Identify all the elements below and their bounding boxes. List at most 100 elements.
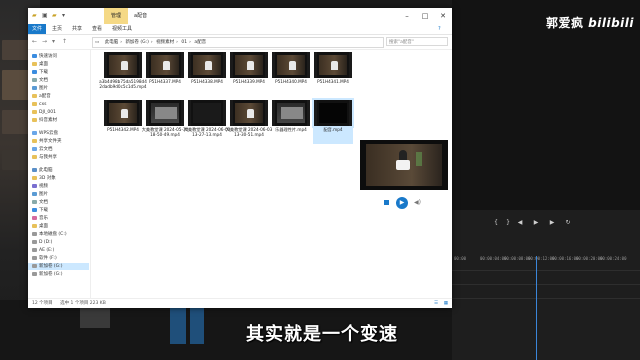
- sidebar-item[interactable]: AE (E:): [32, 247, 54, 254]
- details-view-icon[interactable]: ☰: [434, 299, 438, 308]
- back-icon[interactable]: ←: [32, 38, 37, 46]
- play-icon[interactable]: ▶: [396, 197, 408, 209]
- breadcrumb[interactable]: 新加卷 (G:): [123, 40, 150, 45]
- sidebar-item[interactable]: D (D:): [32, 239, 52, 246]
- sidebar-item[interactable]: 桌面: [32, 61, 48, 68]
- sidebar-item[interactable]: 共享文件夹: [32, 138, 62, 145]
- sidebar-item[interactable]: a配音: [32, 93, 51, 100]
- file-name: 大美教堂课 2024-06-03 13-30-51.mp4: [225, 127, 273, 137]
- help-icon[interactable]: ?: [438, 24, 441, 34]
- file-item[interactable]: 大美教堂课 2024-06-03 13-27-13.mp4: [184, 100, 230, 144]
- sidebar-item-label: 与我共享: [39, 155, 57, 160]
- pc-icon: ▭: [95, 40, 100, 45]
- sidebar-item[interactable]: 图片: [32, 191, 48, 198]
- breadcrumb[interactable]: 此电脑: [103, 40, 121, 45]
- new-folder-icon[interactable]: ▰: [52, 13, 58, 19]
- tab-video-tools[interactable]: 视频工具: [112, 24, 132, 34]
- title-bar[interactable]: ▰ ▣ ▰ ▾ 管理 a配音 – □ ✕: [28, 8, 452, 24]
- mark-in-icon[interactable]: {: [492, 220, 500, 226]
- address-bar[interactable]: ▭ 此电脑 › 新加卷 (G:) › 视频素材 › 01 › a配音: [92, 37, 384, 48]
- track-header[interactable]: [170, 304, 186, 344]
- sidebar-item[interactable]: 3D 对象: [32, 175, 56, 182]
- sidebar-item[interactable]: 文档: [32, 199, 48, 206]
- folder-icon: [32, 109, 37, 114]
- video-thumbnail: [312, 98, 354, 128]
- forward-icon[interactable]: →: [42, 38, 47, 46]
- cloud-icon: [32, 130, 37, 135]
- music-icon: [32, 215, 37, 220]
- sidebar-item[interactable]: 抖音素材: [32, 117, 57, 124]
- sidebar-item-label: 3D 对象: [39, 176, 56, 181]
- file-item[interactable]: 大美教堂课 2024-05-30 18-50-49.mp4: [142, 100, 188, 144]
- volume-icon[interactable]: ◀): [414, 199, 421, 206]
- sidebar-item[interactable]: 快速访问: [32, 53, 57, 60]
- tab-view[interactable]: 查看: [92, 24, 102, 34]
- preview-controls: ▶ ◀): [384, 197, 428, 209]
- sidebar-item[interactable]: 本地磁盘 (C:): [32, 231, 67, 238]
- sidebar-item[interactable]: 新加卷 (G:): [32, 271, 62, 278]
- sidebar-item-label: a配音: [39, 94, 51, 99]
- file-explorer-window[interactable]: ▰ ▣ ▰ ▾ 管理 a配音 – □ ✕ 文件 主页 共享 查看 视频工具 ? …: [28, 8, 452, 308]
- step-forward-icon[interactable]: ▶: [548, 220, 556, 226]
- sidebar-item[interactable]: 文档: [32, 77, 48, 84]
- chevron-down-icon[interactable]: ▾: [52, 38, 55, 46]
- tab-home[interactable]: 主页: [52, 24, 62, 34]
- file-item[interactable]: P51H4339.MP4: [229, 52, 269, 96]
- folder-icon: [32, 175, 37, 180]
- file-item[interactable]: P51H4342.MP4: [103, 100, 143, 144]
- sidebar-item[interactable]: 云文档: [32, 146, 53, 153]
- close-icon[interactable]: ✕: [434, 8, 452, 24]
- sidebar-item[interactable]: 此电脑: [32, 167, 53, 174]
- sidebar-item[interactable]: WPS云盘: [32, 130, 58, 137]
- file-item[interactable]: 配音.mp4: [312, 98, 354, 144]
- breadcrumb[interactable]: 01: [179, 40, 189, 45]
- sidebar-item[interactable]: 视频: [32, 183, 48, 190]
- video-thumbnail: [104, 52, 142, 78]
- sidebar-item[interactable]: 桌面: [32, 223, 48, 230]
- pic-icon: [32, 191, 37, 196]
- sidebar-item[interactable]: 软件 (F:): [32, 255, 57, 262]
- track-header[interactable]: [190, 304, 204, 344]
- drive-icon: [32, 263, 37, 268]
- minimize-icon[interactable]: –: [398, 8, 416, 24]
- window-title: a配音: [134, 13, 148, 19]
- sidebar-item[interactable]: cxs: [32, 101, 46, 108]
- sidebar-item[interactable]: 新加卷 (G:): [28, 263, 89, 270]
- file-item[interactable]: 乐器理性片.mp4: [271, 100, 311, 144]
- address-row: ← → ▾ ↑ ▭ 此电脑 › 新加卷 (G:) › 视频素材 › 01 › a配音 搜…: [28, 35, 452, 50]
- search-input[interactable]: 搜索"a配音": [386, 37, 448, 46]
- tab-file[interactable]: 文件: [28, 24, 46, 34]
- properties-icon[interactable]: ▣: [42, 13, 48, 19]
- editor-timeline[interactable]: { } ◀ ▶ ▶ ↻ 00:00 00:00:04:00 00:00:08:0…: [452, 210, 640, 360]
- stop-icon[interactable]: [384, 200, 389, 205]
- file-list[interactable]: a3b4d98b75da5198d42dadb9d0c5c1d5.mp4 P51H…: [91, 50, 452, 298]
- sidebar-item-label: 视频: [39, 184, 48, 189]
- navigation-pane[interactable]: 快速访问 桌面 下载 文档 图片 a配音 cxs DJI_001 抖音素材 WPS云盘 共享文件夹云…: [28, 50, 91, 298]
- mark-out-icon[interactable]: }: [504, 220, 512, 226]
- file-item[interactable]: P51H4341.MP4: [313, 52, 353, 96]
- breadcrumb[interactable]: a配音: [192, 40, 208, 45]
- play-icon[interactable]: ▶: [532, 220, 540, 226]
- file-item[interactable]: 大美教堂课 2024-06-03 13-30-51.mp4: [226, 100, 272, 144]
- sidebar-item[interactable]: 音乐: [32, 215, 48, 222]
- file-item[interactable]: P51H4337.MP4: [145, 52, 185, 96]
- file-item[interactable]: P51H4340.MP4: [271, 52, 311, 96]
- sidebar-item[interactable]: DJI_001: [32, 109, 56, 116]
- step-back-icon[interactable]: ◀: [516, 220, 524, 226]
- tiles-view-icon[interactable]: ▦: [444, 299, 448, 308]
- context-tab-manage[interactable]: 管理: [104, 8, 128, 24]
- down-icon: [32, 207, 37, 212]
- maximize-icon[interactable]: □: [416, 8, 434, 24]
- chevron-down-icon[interactable]: ▾: [62, 13, 68, 19]
- sidebar-item[interactable]: 下载: [32, 207, 48, 214]
- breadcrumb[interactable]: 视频素材: [154, 40, 176, 45]
- sidebar-item[interactable]: 下载: [32, 69, 48, 76]
- playhead[interactable]: [536, 256, 537, 360]
- file-item[interactable]: P51H4338.MP4: [187, 52, 227, 96]
- sidebar-item[interactable]: 图片: [32, 85, 48, 92]
- file-item[interactable]: a3b4d98b75da5198d42dadb9d0c5c1d5.mp4: [99, 52, 147, 96]
- tab-share[interactable]: 共享: [72, 24, 82, 34]
- sidebar-item[interactable]: 与我共享: [32, 154, 57, 161]
- up-icon[interactable]: ↑: [62, 38, 67, 46]
- loop-icon[interactable]: ↻: [564, 220, 572, 226]
